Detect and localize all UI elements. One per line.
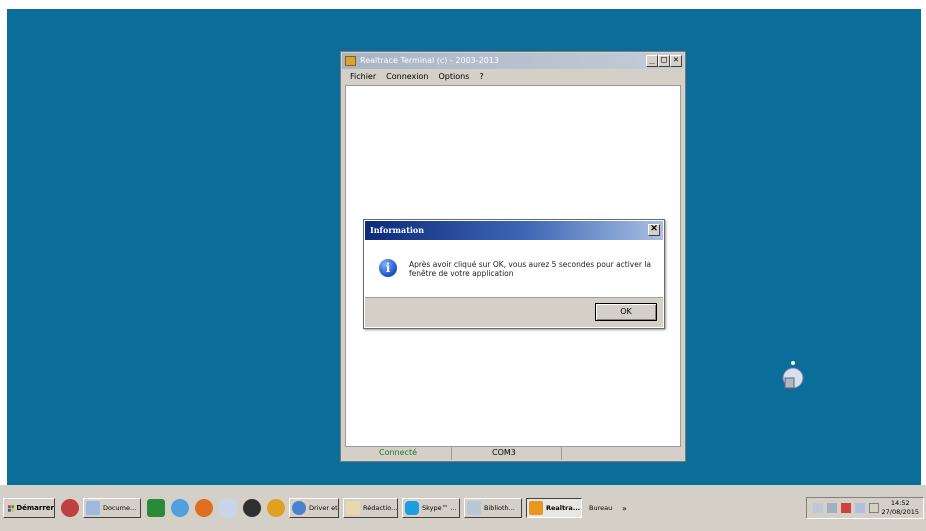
- dialog-message: Après avoir cliqué sur OK, vous aurez 5 …: [409, 260, 652, 278]
- info-icon: i: [379, 259, 397, 277]
- task-realtrace[interactable]: Realtra...: [526, 498, 582, 518]
- maximize-button[interactable]: □: [658, 55, 670, 67]
- quicklaunch-agent-icon[interactable]: [61, 499, 79, 517]
- task-label: Rédactio...: [363, 504, 398, 512]
- task-bibliotheque[interactable]: Biblioth...: [464, 498, 522, 518]
- status-bar: Connecté COM3: [342, 446, 684, 460]
- clock-date: 27/08/2015: [881, 508, 919, 516]
- ok-button[interactable]: OK: [595, 303, 657, 321]
- start-button[interactable]: Démarrer: [3, 498, 55, 518]
- task-label: Skype™ ...: [422, 504, 457, 512]
- tray-volume-icon[interactable]: [869, 503, 879, 513]
- task-label: Driver et...: [309, 504, 338, 512]
- minimize-button[interactable]: _: [646, 55, 658, 67]
- menu-fichier[interactable]: Fichier: [350, 70, 376, 84]
- task-label: Bureau: [589, 504, 613, 512]
- firefox-icon[interactable]: [195, 499, 213, 517]
- windows-flag-icon: [8, 504, 15, 512]
- information-dialog: Information ✕ i Après avoir cliqué sur O…: [363, 219, 665, 329]
- skype-icon: [405, 501, 419, 515]
- close-button[interactable]: ✕: [670, 55, 682, 67]
- task-skype[interactable]: Skype™ ...: [402, 498, 460, 518]
- mail-icon: [346, 501, 360, 515]
- taskbar: Démarrer Docume... Driver et... Rédactio…: [0, 485, 926, 531]
- tray-monitor-icon[interactable]: [827, 503, 837, 513]
- clock-time: 14:52: [890, 499, 910, 507]
- menu-help[interactable]: ?: [479, 70, 483, 84]
- task-label: Biblioth...: [484, 504, 515, 512]
- clock[interactable]: 14:52 27/08/2015: [882, 499, 919, 517]
- chrome-icon[interactable]: [267, 499, 285, 517]
- menu-bar: Fichier Connexion Options ?: [342, 70, 684, 84]
- window-title: Realtrace Terminal (c) - 2003-2013: [360, 56, 500, 65]
- connection-status: Connecté: [342, 446, 452, 460]
- task-driver[interactable]: Driver et...: [289, 498, 339, 518]
- task-label: Realtra...: [546, 504, 581, 512]
- menu-options[interactable]: Options: [438, 70, 469, 84]
- dialog-title: Information: [370, 225, 425, 235]
- dialog-button-area: OK: [365, 297, 663, 327]
- task-documents[interactable]: Docume...: [83, 498, 141, 518]
- tray-expand-chevron[interactable]: »: [622, 504, 627, 513]
- app-icon: [345, 56, 356, 66]
- app-o-icon[interactable]: [243, 499, 261, 517]
- port-status: COM3: [452, 446, 562, 460]
- system-tray: 14:52 27/08/2015: [806, 497, 924, 519]
- explorer-icon[interactable]: [219, 499, 237, 517]
- task-redaction[interactable]: Rédactio...: [343, 498, 398, 518]
- tray-flag-icon[interactable]: [841, 503, 851, 513]
- excel-icon[interactable]: [147, 499, 165, 517]
- tray-app-icon[interactable]: [855, 503, 865, 513]
- task-label: Docume...: [103, 504, 137, 512]
- folder-icon: [86, 501, 100, 515]
- library-icon: [467, 501, 481, 515]
- realtrace-icon: [529, 501, 543, 515]
- task-bureau[interactable]: Bureau: [586, 498, 620, 518]
- thunderbird-icon: [292, 501, 306, 515]
- dialog-titlebar[interactable]: Information ✕: [365, 221, 663, 240]
- tray-network-icon[interactable]: [813, 503, 823, 513]
- desktop-app-icon[interactable]: [777, 356, 807, 396]
- ie-icon[interactable]: [171, 499, 189, 517]
- dialog-close-button[interactable]: ✕: [648, 224, 660, 236]
- start-label: Démarrer: [16, 504, 54, 512]
- window-titlebar[interactable]: Realtrace Terminal (c) - 2003-2013 _ □ ✕: [342, 53, 684, 69]
- menu-connexion[interactable]: Connexion: [386, 70, 428, 84]
